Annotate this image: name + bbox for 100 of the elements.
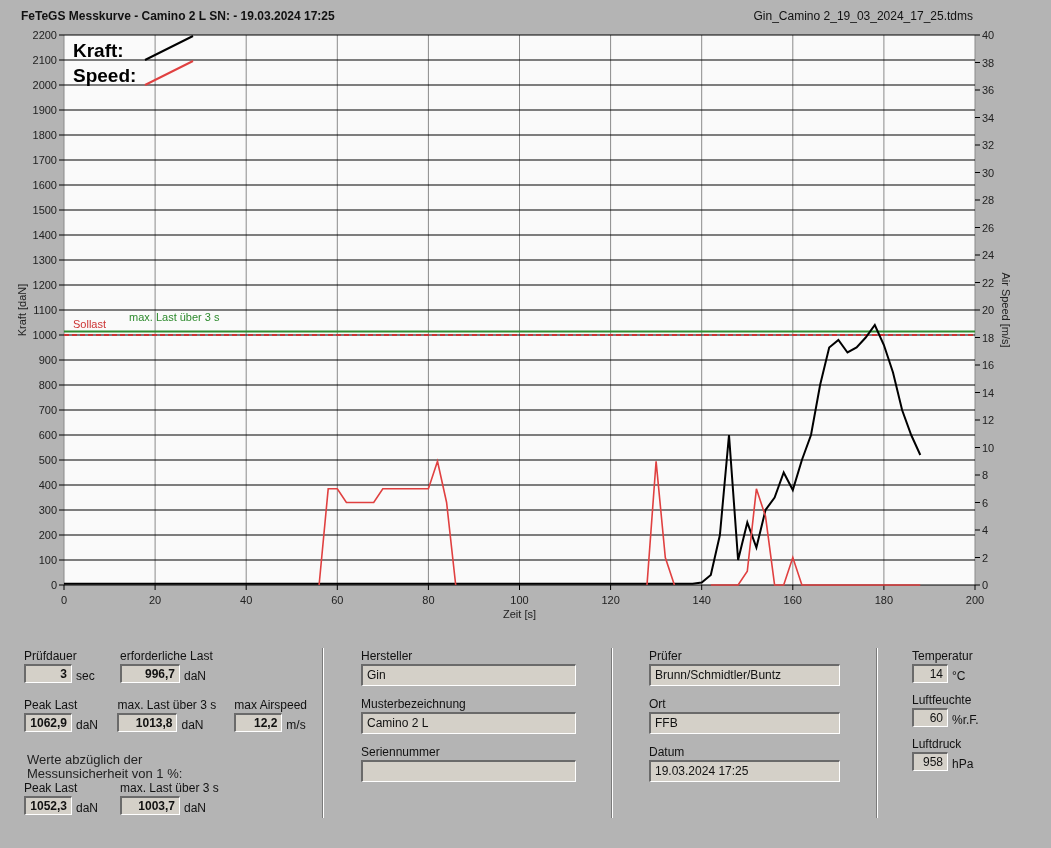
axis-tick-label: 1900 <box>32 104 57 116</box>
axis-tick-label: 2 <box>982 551 989 564</box>
axis-tick-label: 24 <box>982 249 995 261</box>
value-field: 12,2 <box>234 713 283 732</box>
unit-label: hPa <box>952 757 974 771</box>
axis-tick-label: 700 <box>38 404 57 416</box>
axis-tick-label: 40 <box>240 594 253 606</box>
axis-tick-label: 2200 <box>32 29 57 41</box>
note-text: Werte abzüglich der <box>27 753 144 767</box>
field-label: Ort <box>649 697 667 712</box>
unit-label: °C <box>952 669 966 683</box>
field-label: Temperatur <box>912 649 974 664</box>
axis-tick-label: 400 <box>38 479 57 491</box>
axis-tick-label: 1800 <box>32 129 57 141</box>
axis-tick-label: 10 <box>982 441 995 454</box>
axis-tick-label: 160 <box>783 594 802 606</box>
unit-label: sec <box>76 669 95 683</box>
axis-tick-label: 34 <box>982 111 995 124</box>
value-field: 996,7 <box>120 664 180 683</box>
axis-tick-label: 180 <box>874 594 894 606</box>
axis-tick-label: 12 <box>982 414 995 426</box>
axis-tick-label: 800 <box>38 379 57 391</box>
axis-tick-label: 1700 <box>32 154 57 166</box>
note-text: Messunsicherheit von 1 %: <box>27 767 184 781</box>
axis-tick-label: 32 <box>982 139 995 151</box>
axis-tick-label: 16 <box>982 359 995 371</box>
axis-tick-label: 36 <box>982 84 995 96</box>
axis-tick-label: 80 <box>422 594 435 606</box>
axis-tick-label: 18 <box>982 331 995 344</box>
value-field: 60 <box>912 708 948 727</box>
field-label: Hersteller <box>361 649 414 664</box>
window-title: FeTeGS Messkurve - Camino 2 L SN: - 19.03.2024 17:25 <box>21 8 335 25</box>
axis-tick-label: 1600 <box>32 179 57 191</box>
field-label: Datum <box>649 745 686 760</box>
axis-tick-label: 140 <box>692 594 711 606</box>
unit-label: m/s <box>286 718 306 732</box>
axis-tick-label: 600 <box>38 429 57 441</box>
axis-tick-label: 38 <box>982 56 995 69</box>
axis-tick-label: 0 <box>50 579 57 591</box>
field-label: max. Last über 3 s <box>117 698 218 713</box>
axis-tick-label: 1400 <box>32 229 57 241</box>
axis-tick-label: 120 <box>601 594 620 606</box>
field-label: max. Last über 3 s <box>120 781 220 796</box>
axis-tick-label: 1300 <box>32 254 57 266</box>
value-field: 1003,7 <box>120 796 180 815</box>
axis-tick-label: 30 <box>982 166 995 179</box>
axis-tick-label: 100 <box>510 594 529 606</box>
axis-tick-label: 14 <box>982 386 995 399</box>
field-label: Luftfeuchte <box>912 693 973 708</box>
unit-label: daN <box>184 669 206 683</box>
field-label: Luftdruck <box>912 737 963 752</box>
axis-tick-label: 8 <box>982 469 989 481</box>
y-axis-title: Kraft [daN] <box>16 283 28 337</box>
axis-tick-label: 2000 <box>32 79 57 91</box>
unit-label: daN <box>76 718 98 732</box>
axis-tick-label: 28 <box>982 194 995 206</box>
axis-tick-label: 900 <box>38 354 57 366</box>
axis-tick-label: 6 <box>982 496 989 509</box>
axis-tick-label: 500 <box>38 454 57 466</box>
unit-label: daN <box>76 801 98 815</box>
axis-tick-label: 1200 <box>32 279 57 291</box>
axis-tick-label: 0 <box>982 579 989 591</box>
axis-tick-label: 100 <box>38 554 57 566</box>
axis-tick-label: 20 <box>149 594 162 606</box>
value-field: 1013,8 <box>117 713 178 732</box>
unit-label: %r.F. <box>952 713 979 727</box>
reference-label: Sollast <box>73 318 107 330</box>
axis-tick-label: 20 <box>982 304 995 316</box>
unit-label: daN <box>184 801 206 815</box>
axis-tick-label: 200 <box>38 529 57 541</box>
axis-tick-label: 1000 <box>32 329 57 341</box>
value-field: 958 <box>912 752 948 771</box>
unit-label: daN <box>181 718 204 732</box>
field-label: Prüfer <box>649 649 683 664</box>
axis-tick-label: 0 <box>60 594 68 606</box>
axis-tick-label: 60 <box>331 594 344 606</box>
legend-label: Kraft: <box>73 40 124 61</box>
axis-tick-label: 22 <box>982 276 995 289</box>
field-label: max Airspeed <box>234 698 309 713</box>
field-label: Peak Last <box>24 781 79 796</box>
legend-label: Speed: <box>73 65 137 86</box>
axis-tick-label: 1100 <box>33 304 57 316</box>
axis-tick-label: 2100 <box>32 54 57 66</box>
axis-tick-label: 4 <box>982 524 989 536</box>
field-label: Peak Last <box>24 698 79 713</box>
value-field: 14 <box>912 664 948 683</box>
x-axis-title: Zeit [s] <box>503 608 536 620</box>
axis-tick-label: 200 <box>965 594 985 606</box>
axis-tick-label: 300 <box>38 504 57 516</box>
right-axis-title: Air Speed [m/s] <box>1000 272 1012 348</box>
value-field: 1062,9 <box>24 713 72 732</box>
axis-tick-label: 1500 <box>32 204 57 216</box>
reference-label: max. Last über 3 s <box>129 310 220 323</box>
value-field: 3 <box>24 664 72 683</box>
file-name: Gin_Camino 2_19_03_2024_17_25.tdms <box>753 8 973 25</box>
value-field: 1052,3 <box>24 796 72 815</box>
field-label: Prüfdauer <box>24 649 78 664</box>
axis-tick-label: 26 <box>982 221 995 234</box>
field-label: Seriennummer <box>361 745 441 760</box>
field-label: erforderliche Last <box>120 649 214 664</box>
